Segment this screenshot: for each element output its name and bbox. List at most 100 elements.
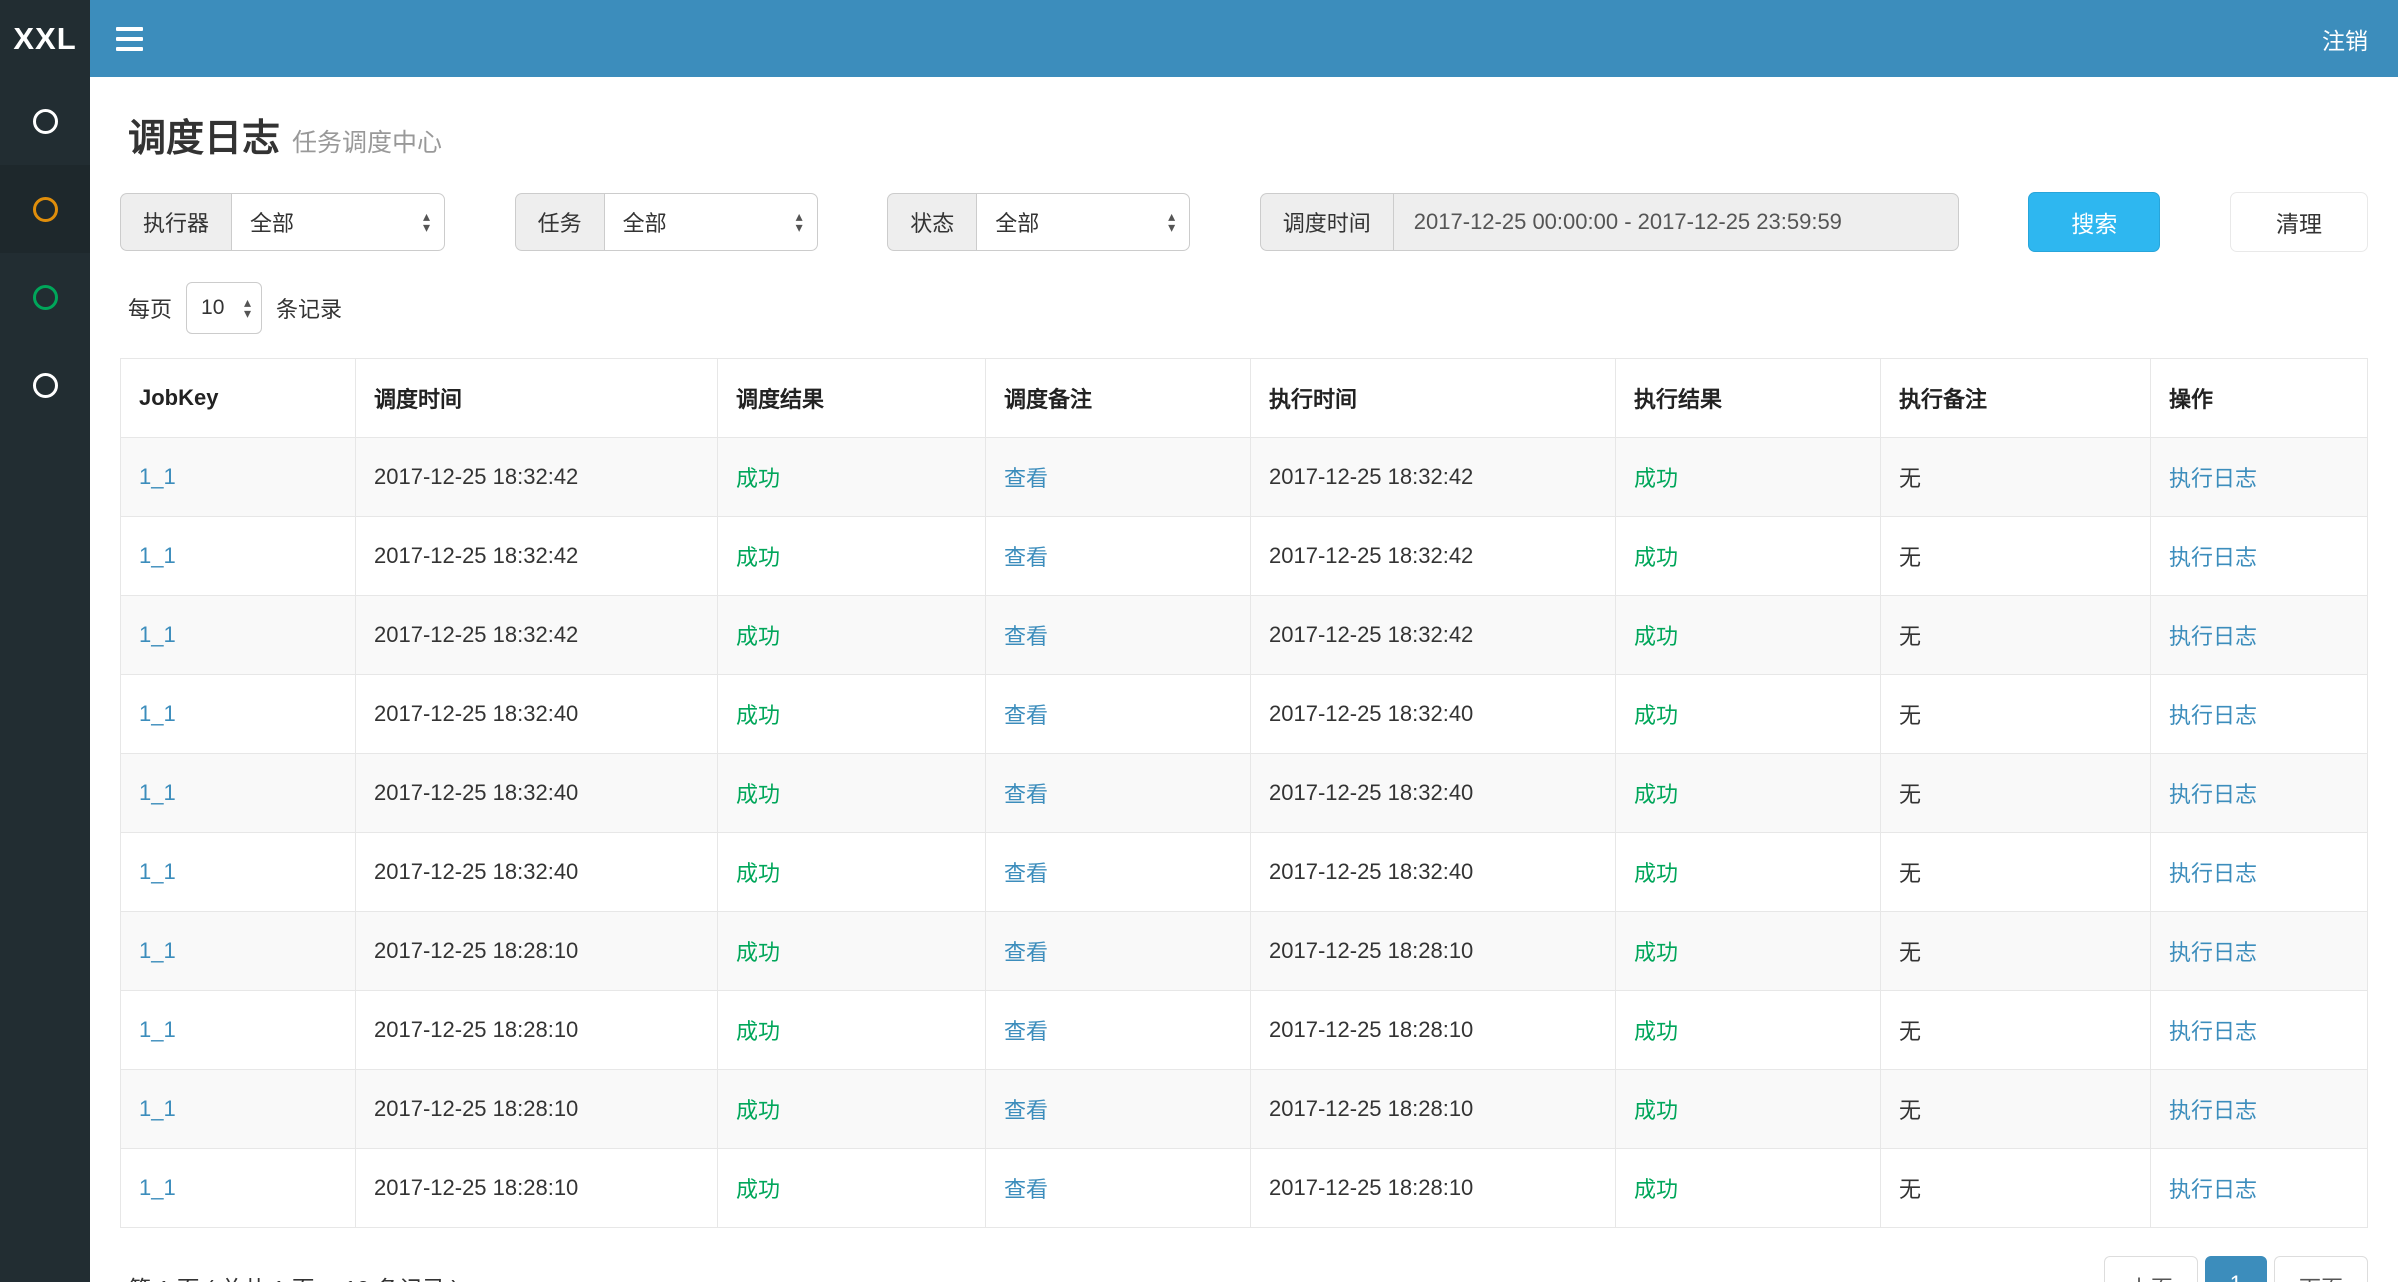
table-row: 1_12017-12-25 18:32:42成功查看2017-12-25 18:…	[121, 438, 2368, 517]
handle-msg-cell: 无	[1881, 438, 2151, 517]
exec-log-link[interactable]: 执行日志	[2169, 545, 2257, 570]
job-filter-group: 任务 全部 ▴▾	[515, 193, 818, 251]
handle-result-cell: 成功	[1616, 833, 1881, 912]
app-logo[interactable]: XXL	[0, 0, 90, 77]
trigger-result-cell: 成功	[718, 596, 986, 675]
column-header-8: 操作	[2151, 359, 2368, 438]
pagination-prev-button[interactable]: 上页	[2104, 1256, 2198, 1282]
log-table-body: 1_12017-12-25 18:32:42成功查看2017-12-25 18:…	[121, 438, 2368, 1228]
jobkey-link[interactable]: 1_1	[139, 464, 176, 489]
sidebar-item-4[interactable]	[0, 341, 90, 429]
sidebar-item-3[interactable]	[0, 253, 90, 341]
jobkey-link[interactable]: 1_1	[139, 859, 176, 884]
pagination-next-button[interactable]: 下页	[2274, 1256, 2368, 1282]
exec-log-link[interactable]: 执行日志	[2169, 466, 2257, 491]
search-button[interactable]: 搜索	[2028, 192, 2160, 252]
log-table-header-row: JobKey调度时间调度结果调度备注执行时间执行结果执行备注操作	[121, 359, 2368, 438]
exec-log-link-cell: 执行日志	[2151, 517, 2368, 596]
jobkey-link[interactable]: 1_1	[139, 780, 176, 805]
exec-log-link[interactable]: 执行日志	[2169, 703, 2257, 728]
table-row: 1_12017-12-25 18:28:10成功查看2017-12-25 18:…	[121, 991, 2368, 1070]
pagination-info: 第 1 页 ( 总共 1 页， 10 条记录 )	[128, 1270, 459, 1282]
trigger-msg-link[interactable]: 查看	[1004, 545, 1048, 570]
jobkey-link[interactable]: 1_1	[139, 543, 176, 568]
trigger-msg-link-cell: 查看	[986, 912, 1251, 991]
executor-filter-value: 全部	[250, 206, 294, 238]
jobkey-link[interactable]: 1_1	[139, 938, 176, 963]
trigger-msg-link[interactable]: 查看	[1004, 624, 1048, 649]
job-filter-value: 全部	[623, 206, 667, 238]
exec-log-link[interactable]: 执行日志	[2169, 861, 2257, 886]
trigger-time-cell: 2017-12-25 18:32:42	[356, 596, 718, 675]
jobkey-link-cell: 1_1	[121, 596, 356, 675]
trigger-result-cell: 成功	[718, 912, 986, 991]
executor-filter-label: 执行器	[120, 193, 231, 251]
job-filter-select[interactable]: 全部 ▴▾	[604, 193, 818, 251]
trigger-msg-link-cell: 查看	[986, 596, 1251, 675]
exec-log-link[interactable]: 执行日志	[2169, 624, 2257, 649]
handle-time-cell: 2017-12-25 18:32:42	[1251, 517, 1616, 596]
jobkey-link-cell: 1_1	[121, 912, 356, 991]
jobkey-link-cell: 1_1	[121, 1070, 356, 1149]
executor-filter-select[interactable]: 全部 ▴▾	[231, 193, 445, 251]
jobkey-link-cell: 1_1	[121, 675, 356, 754]
jobkey-link[interactable]: 1_1	[139, 622, 176, 647]
trigger-msg-link[interactable]: 查看	[1004, 940, 1048, 965]
page-header: 调度日志任务调度中心	[128, 107, 2368, 162]
trigger-msg-link[interactable]: 查看	[1004, 466, 1048, 491]
column-header-5: 执行时间	[1251, 359, 1616, 438]
trigger-msg-link[interactable]: 查看	[1004, 861, 1048, 886]
exec-log-link-cell: 执行日志	[2151, 833, 2368, 912]
sidebar-item-2[interactable]	[0, 165, 90, 253]
status-filter-group: 状态 全部 ▴▾	[887, 193, 1190, 251]
circle-icon	[33, 285, 58, 310]
jobkey-link-cell: 1_1	[121, 754, 356, 833]
exec-log-link[interactable]: 执行日志	[2169, 782, 2257, 807]
exec-log-link-cell: 执行日志	[2151, 754, 2368, 833]
sidebar-toggle-button[interactable]	[90, 0, 169, 77]
status-filter-select[interactable]: 全部 ▴▾	[976, 193, 1190, 251]
pagination-current-button[interactable]: 1	[2205, 1256, 2267, 1282]
exec-log-link[interactable]: 执行日志	[2169, 1177, 2257, 1202]
filter-toolbar: 执行器 全部 ▴▾ 任务 全部 ▴▾ 状态 全部 ▴▾ 调度时间 搜索 清理	[120, 192, 2368, 252]
clear-button[interactable]: 清理	[2230, 192, 2368, 252]
exec-log-link[interactable]: 执行日志	[2169, 1098, 2257, 1123]
trigger-msg-link[interactable]: 查看	[1004, 1177, 1048, 1202]
hamburger-icon	[116, 27, 143, 31]
trigger-msg-link[interactable]: 查看	[1004, 1098, 1048, 1123]
handle-time-cell: 2017-12-25 18:28:10	[1251, 1149, 1616, 1228]
jobkey-link[interactable]: 1_1	[139, 1017, 176, 1042]
jobkey-link[interactable]: 1_1	[139, 1175, 176, 1200]
exec-log-link[interactable]: 执行日志	[2169, 1019, 2257, 1044]
job-filter-label: 任务	[515, 193, 604, 251]
trigger-msg-link-cell: 查看	[986, 517, 1251, 596]
handle-time-cell: 2017-12-25 18:28:10	[1251, 912, 1616, 991]
select-arrows-icon: ▴▾	[244, 297, 251, 319]
table-row: 1_12017-12-25 18:32:40成功查看2017-12-25 18:…	[121, 833, 2368, 912]
trigger-time-cell: 2017-12-25 18:32:42	[356, 517, 718, 596]
exec-log-link-cell: 执行日志	[2151, 1149, 2368, 1228]
trigger-msg-link[interactable]: 查看	[1004, 782, 1048, 807]
handle-result-cell: 成功	[1616, 517, 1881, 596]
table-row: 1_12017-12-25 18:28:10成功查看2017-12-25 18:…	[121, 912, 2368, 991]
trigger-result-cell: 成功	[718, 675, 986, 754]
jobkey-link[interactable]: 1_1	[139, 701, 176, 726]
jobkey-link[interactable]: 1_1	[139, 1096, 176, 1121]
trigger-msg-link-cell: 查看	[986, 1070, 1251, 1149]
sidebar-item-1[interactable]	[0, 77, 90, 165]
handle-time-cell: 2017-12-25 18:32:42	[1251, 596, 1616, 675]
column-header-4: 调度备注	[986, 359, 1251, 438]
circle-icon	[33, 373, 58, 398]
column-header-2: 调度时间	[356, 359, 718, 438]
handle-time-cell: 2017-12-25 18:32:40	[1251, 833, 1616, 912]
sidebar	[0, 77, 90, 1282]
exec-log-link[interactable]: 执行日志	[2169, 940, 2257, 965]
trigger-msg-link[interactable]: 查看	[1004, 1019, 1048, 1044]
trigger-time-range-input[interactable]	[1393, 193, 1959, 251]
trigger-time-filter-label: 调度时间	[1260, 193, 1393, 251]
trigger-msg-link[interactable]: 查看	[1004, 703, 1048, 728]
page-size-select[interactable]: 10 ▴▾	[186, 282, 262, 334]
jobkey-link-cell: 1_1	[121, 1149, 356, 1228]
logout-link[interactable]: 注销	[2292, 22, 2398, 56]
status-filter-value: 全部	[995, 206, 1039, 238]
